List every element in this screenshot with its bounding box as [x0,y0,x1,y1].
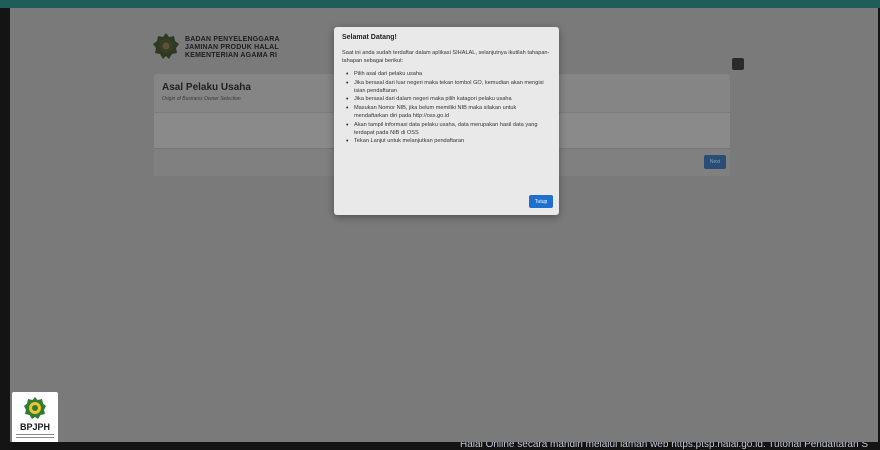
news-ticker: Halal Online secara mandiri melalui lama… [0,442,880,450]
steps-list: Pilih asal dari pelaku usaha Jika berasa… [346,71,550,147]
step-item: Masukan Nomor NIB, jika belum memiliki N… [346,105,550,121]
kemenag-emblem-icon [153,33,179,59]
user-menu-icon[interactable] [732,58,744,70]
bpjph-label: BPJPH [19,422,50,432]
top-strip [0,0,880,8]
step-item: Tekan Lanjut untuk melanjutkan pendaftar… [346,138,550,146]
card-subtitle: Origin of Business Owner Selection [162,96,241,102]
close-button[interactable]: Tutup [529,195,553,208]
step-item: Jika berasal dari luar negeri maka tekan… [346,80,550,96]
card-title: Asal Pelaku Usaha [162,82,251,93]
step-item: Pilih asal dari pelaku usaha [346,71,550,79]
modal-title: Selamat Datang! [342,34,397,41]
bpjph-logo: BPJPH [12,392,58,448]
step-item: Jika berasal dari dalam negeri maka pili… [346,96,550,104]
app-screen: BADAN PENYELENGGARA JAMINAN PRODUK HALAL… [10,8,878,442]
step-item: Akan tampil informasi data pelaku usaha,… [346,122,550,138]
bpjph-subtext [16,434,54,442]
bpjph-emblem-icon [24,397,46,419]
ticker-text: Halal Online secara mandiri melalui lama… [460,442,868,450]
welcome-modal: Selamat Datang! Saat ini anda sudah terd… [334,27,559,215]
next-button[interactable]: Next [704,155,726,169]
modal-intro: Saat ini anda sudah terdaftar dalam apli… [342,50,550,64]
